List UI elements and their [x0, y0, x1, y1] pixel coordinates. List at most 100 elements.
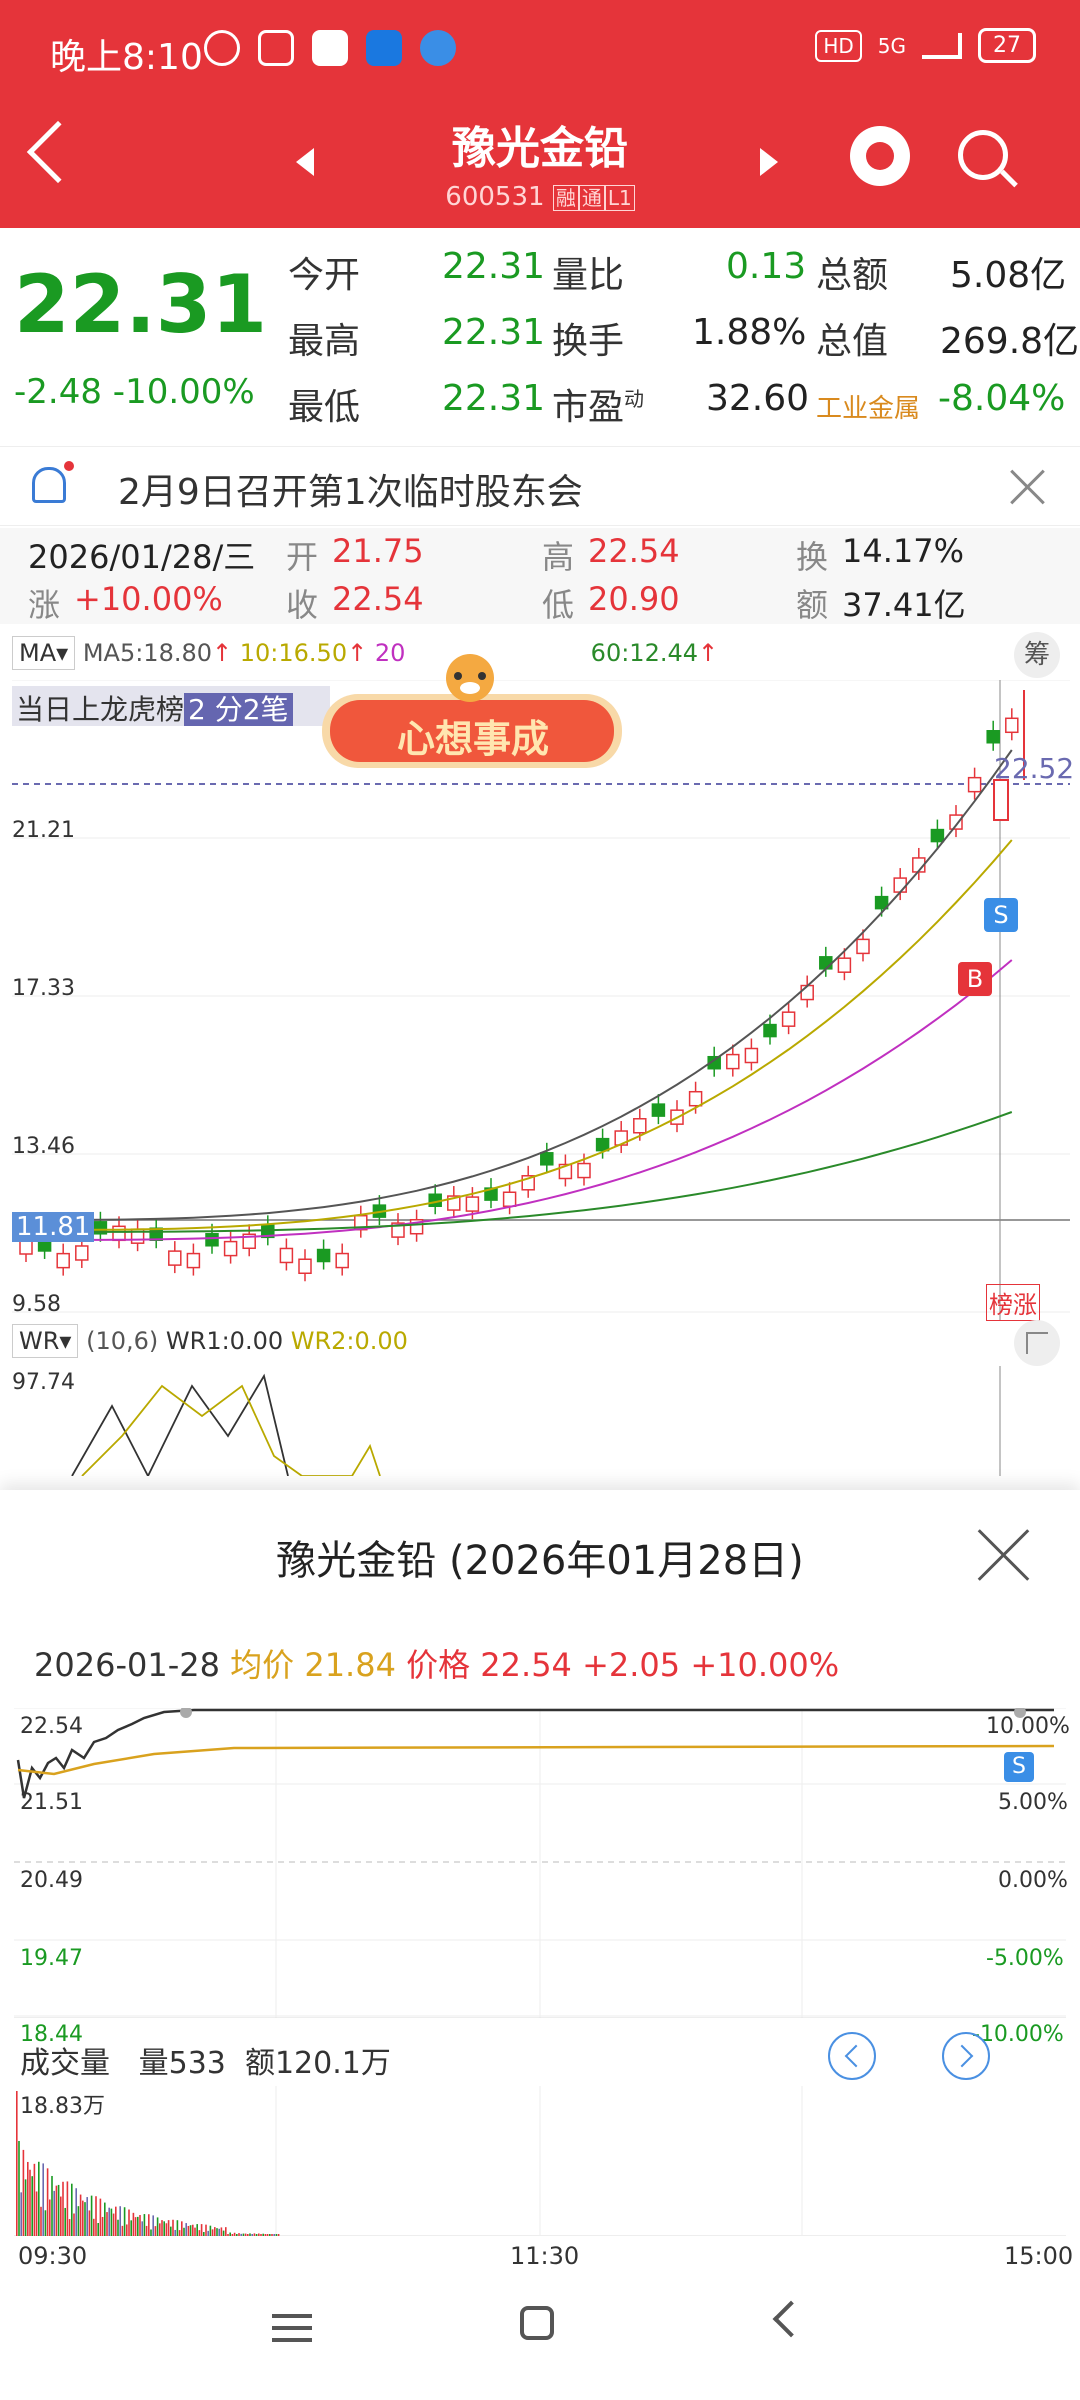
volume-bar	[40, 2206, 42, 2236]
open-value: 22.31	[442, 246, 546, 287]
day-low: 20.90	[588, 580, 680, 618]
wr-ylabel: 97.74	[12, 1370, 75, 1395]
volume-bar	[112, 2213, 115, 2236]
volume-bar	[262, 2233, 264, 2236]
intraday-sell-marker[interactable]: S	[1004, 1752, 1034, 1782]
volume-bar	[42, 2163, 44, 2236]
volume-bar	[53, 2190, 55, 2236]
volume-bar	[167, 2220, 170, 2236]
app-root: 晚上8:10 HD 5G 27 豫光金铅 600531 融通 L1 22.31 -…	[0, 0, 1080, 2400]
intraday-ylabel: 21.51	[20, 1790, 83, 1815]
volume-bar	[123, 2207, 126, 2236]
ma5-up-icon: ↑	[212, 639, 233, 667]
day-amount-label: 额	[796, 586, 829, 624]
wr-selector[interactable]: WR▾	[12, 1324, 79, 1358]
chip-button[interactable]: 筹	[1014, 632, 1060, 678]
close-icon[interactable]	[976, 1528, 1030, 1582]
dragon-tiger-banner[interactable]: 当日上龙虎榜 2 分2笔	[12, 686, 330, 726]
tag-connect: 通	[578, 185, 605, 211]
time-label: 09:30	[18, 2242, 88, 2270]
candle-body	[298, 1258, 312, 1275]
pe-label-sup: 动	[624, 387, 645, 411]
volume-bar	[119, 2206, 121, 2236]
time-label: 15:00	[1004, 2242, 1074, 2270]
intraday-pct-label: 5.00%	[998, 1790, 1068, 1815]
kline-chart[interactable]	[12, 680, 1070, 1320]
ma-selector[interactable]: MA▾	[12, 636, 76, 670]
turnover-label: 换手	[552, 321, 625, 362]
battery-icon: 27	[978, 28, 1036, 63]
intraday-ylabel: 20.49	[20, 1868, 83, 1893]
volume-bar	[33, 2163, 36, 2236]
volume-bar	[18, 2140, 20, 2236]
market-value-value: 269.8亿	[940, 321, 1080, 362]
volume-bar	[181, 2221, 183, 2236]
volume-bar	[64, 2207, 66, 2236]
volume-bar	[205, 2224, 207, 2236]
wr-chart	[71, 1366, 1001, 1476]
volume-bar	[86, 2197, 88, 2236]
volume-bar	[233, 2232, 236, 2236]
volume-bar	[244, 2233, 247, 2236]
volume-bar	[220, 2227, 223, 2236]
volume-bar	[172, 2219, 174, 2236]
volume-bar	[97, 2223, 99, 2236]
nfc-icon	[258, 30, 294, 66]
close-icon[interactable]	[1010, 468, 1046, 504]
stock-name: 豫光金铅	[452, 123, 628, 174]
volume-bar	[260, 2234, 262, 2236]
volume-amount: 额120.1万	[244, 2046, 391, 2081]
menu-icon[interactable]	[272, 2306, 332, 2356]
notice-text: 2月9日召开第1次临时股东会	[118, 472, 583, 513]
prev-minute-button[interactable]	[828, 2032, 876, 2080]
back-button[interactable]	[772, 2300, 838, 2356]
next-stock-icon[interactable]	[760, 148, 778, 176]
home-button[interactable]	[520, 2306, 580, 2356]
price-change-pct: +10.00%	[690, 1646, 840, 1684]
volume-bar	[110, 2208, 113, 2236]
intraday-chart[interactable]	[14, 1708, 1066, 2018]
app-icon	[420, 30, 456, 66]
volume-chart	[14, 2086, 1066, 2236]
price-label: 价格	[406, 1646, 471, 1684]
volume-bar	[165, 2223, 168, 2236]
volume-ratio-value: 0.13	[726, 246, 807, 287]
kchart-ylabel: 9.58	[12, 1292, 61, 1317]
candle-body	[837, 957, 852, 973]
sell-marker[interactable]: S	[984, 898, 1018, 932]
sector-value: -8.04%	[938, 378, 1066, 419]
notice-bar[interactable]: 2月9日召开第1次临时股东会	[0, 446, 1080, 526]
intraday-sheet: 豫光金铅 (2026年01月28日) 2026-01-28 均价 21.84 价…	[0, 1490, 1080, 2400]
amount-value: 5.08亿	[950, 255, 1067, 296]
sector-label[interactable]: 工业金属	[816, 388, 920, 425]
volume-bar	[148, 2214, 150, 2236]
volume-bar	[55, 2185, 58, 2236]
volume-bar	[247, 2234, 249, 2236]
price-value: 22.54	[480, 1646, 572, 1684]
volume-bar	[16, 2091, 18, 2236]
volume-bar	[266, 2234, 269, 2236]
robot-icon[interactable]	[850, 126, 910, 186]
intraday-ylabel: 22.54	[20, 1714, 83, 1739]
volume-bar	[211, 2229, 214, 2236]
volume-ratio-label: 量比	[552, 255, 625, 296]
volume-bar	[255, 2234, 258, 2236]
wr-selector-label: WR	[19, 1327, 60, 1355]
header-bar: 晚上8:10 HD 5G 27 豫光金铅 600531 融通 L1	[0, 0, 1080, 228]
price-change: +2.05	[582, 1646, 681, 1684]
next-minute-button[interactable]	[942, 2032, 990, 2080]
high-value: 22.31	[442, 312, 546, 353]
expand-icon[interactable]	[1014, 1320, 1060, 1366]
volume-bar	[38, 2161, 40, 2236]
search-icon[interactable]	[958, 130, 1008, 180]
volume-bar	[132, 2212, 135, 2236]
volume-bar	[44, 2210, 47, 2236]
candle-body	[819, 956, 833, 970]
volume-bar	[163, 2221, 165, 2236]
bottom-tag[interactable]: 榜涨	[986, 1284, 1040, 1321]
candle-body	[1005, 717, 1019, 734]
change-value: -2.48	[14, 372, 102, 412]
volume-bar	[141, 2221, 143, 2236]
buy-marker[interactable]: B	[958, 962, 992, 996]
volume-bar	[79, 2194, 82, 2236]
